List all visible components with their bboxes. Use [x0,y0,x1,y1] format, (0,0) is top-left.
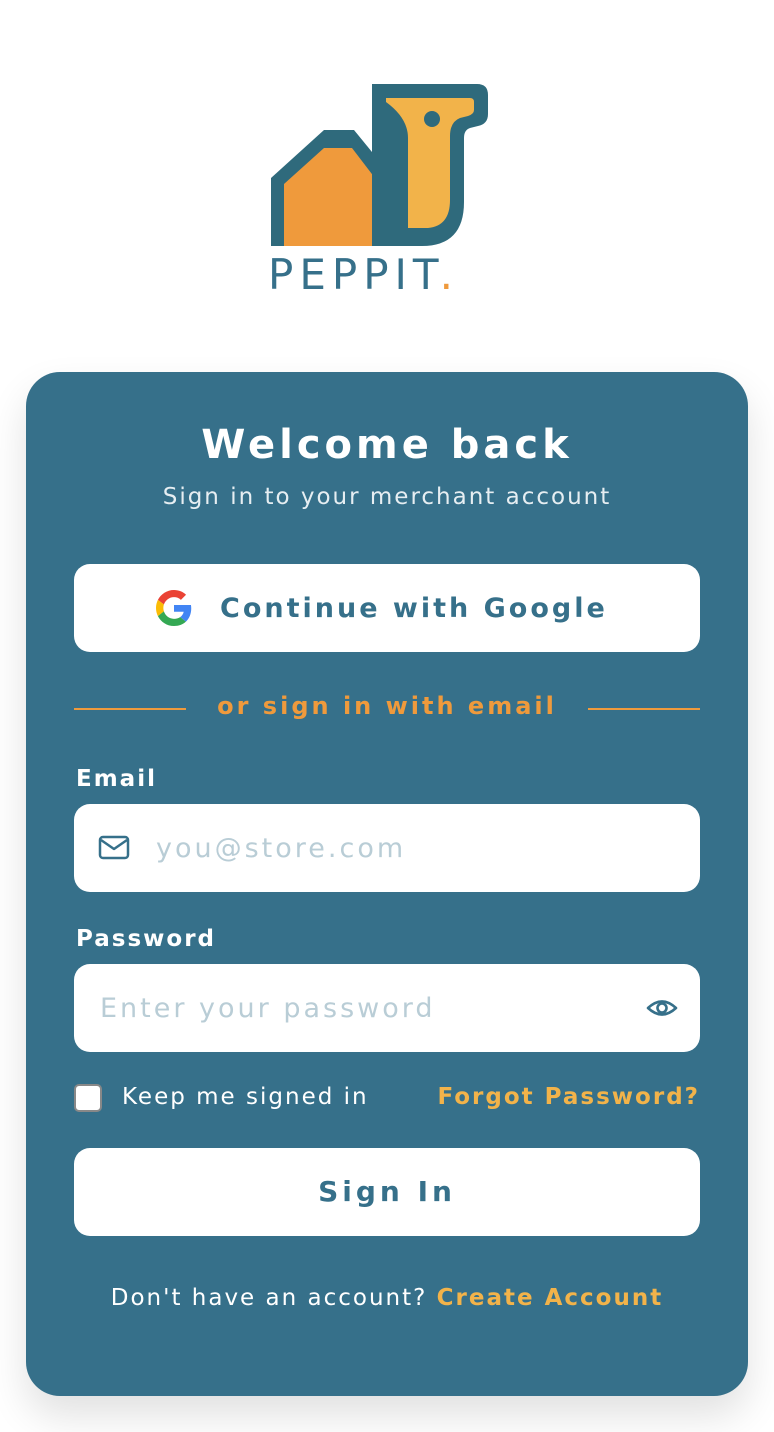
google-signin-button[interactable]: Continue with Google [74,564,700,652]
card-subtitle: Sign in to your merchant account [162,484,612,510]
google-button-content: Continue with Google [156,590,608,626]
brand-text: PEPPIT [268,250,440,299]
sign-in-button-label: Sign In [318,1175,456,1208]
keep-signed-in-label[interactable]: Keep me signed in [122,1084,369,1110]
eye-icon[interactable] [646,992,678,1024]
camel-logo-icon [271,84,488,246]
signup-prompt-text: Don't have an account? [110,1285,428,1311]
email-input[interactable] [156,804,676,892]
forgot-password-link[interactable]: Forgot Password? [437,1084,700,1110]
divider-line-right [588,708,700,710]
password-label: Password [76,926,216,952]
create-account-link[interactable]: Create Account [437,1285,664,1311]
google-button-label: Continue with Google [220,592,608,624]
password-input[interactable] [100,964,620,1052]
divider-text: or sign in with email [217,692,557,720]
login-page: PEPPIT. Welcome back Sign in to your mer… [0,0,774,1432]
keep-signed-in-checkbox[interactable] [74,1084,102,1112]
signup-prompt: Don't have an account? Create Account [26,1282,748,1314]
google-icon [156,590,192,626]
email-label: Email [76,766,157,792]
password-field-container[interactable] [74,964,700,1052]
email-field-container[interactable] [74,804,700,892]
mail-icon [98,835,130,860]
login-card: Welcome back Sign in to your merchant ac… [26,372,748,1396]
email-divider: or sign in with email [74,692,700,728]
sign-in-button[interactable]: Sign In [74,1148,700,1236]
card-title: Welcome back [201,422,573,468]
brand-dot: . [439,250,459,299]
brand-name: PEPPIT. [268,250,459,299]
